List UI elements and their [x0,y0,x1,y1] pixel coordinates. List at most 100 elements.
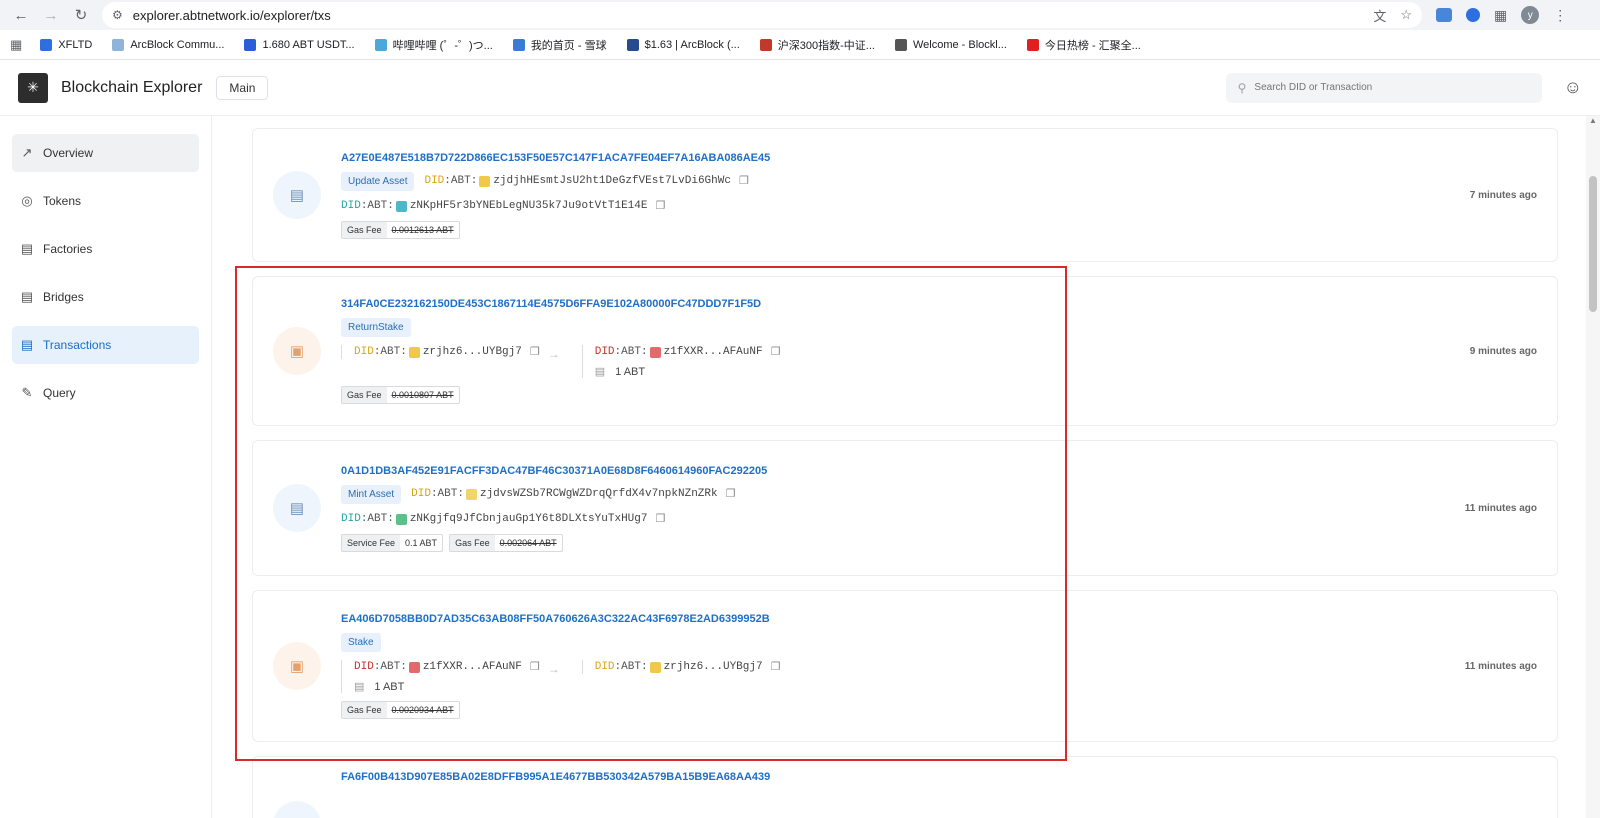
sidebar-item-tokens[interactable]: ◎ Tokens [12,182,199,220]
bookmark-star-icon[interactable]: ☆ [1400,7,1412,23]
forward-icon[interactable]: → [38,2,64,28]
bookmark-item[interactable]: 1.680 ABT USDT... [244,37,355,53]
bookmark-label: 哔哩哔哩 (゜-゜)つ... [392,39,493,52]
bookmark-favicon-icon [512,38,525,51]
did-address-link[interactable]: zjdvsWZSb7RCWgWZDrqQrfdX4v7npkNZnZRk [480,488,718,500]
document-icon: ▤ [20,337,34,352]
did-address-link[interactable]: zNKpHF5r3bYNEbLegNU35k7Ju9otVtT1E14E [410,200,648,212]
did-prefix: DID [424,175,445,187]
transaction-card: ▣ EA406D7058BB0D7AD35C63AB08FF50A760626A… [252,590,1558,742]
sender: DID:ABT: z1fXXR...AFAuNF ❐ ▤ 1 ABT [341,660,540,693]
did-address-link[interactable]: z1fXXR...AFAuNF [423,661,522,673]
copy-icon[interactable]: ❐ [530,345,540,359]
fee-label: Gas Fee [450,534,495,551]
scroll-up-icon[interactable]: ▲ [1589,116,1597,125]
sidebar-item-query[interactable]: ✎ Query [12,374,199,412]
did-address-link[interactable]: z1fXXR...AFAuNF [664,346,763,358]
did-address-link[interactable]: zNKgjfq9JfCbnjauGp1Y6t8DLXtsYuTxHUg7 [410,513,648,525]
translate-icon[interactable]: 文 [1373,6,1386,25]
back-icon[interactable]: ← [8,2,34,28]
copy-icon[interactable]: ❐ [530,660,540,674]
logo-icon[interactable]: ✳ [18,72,48,103]
did-address-link[interactable]: zrjhz6...UYBgj7 [423,346,522,358]
query-icon: ✎ [21,385,33,400]
did-avatar [479,176,491,187]
site-info-icon[interactable]: ⚙ [112,8,123,22]
sidebar-item-transactions[interactable]: ▤ Transactions [12,326,199,364]
bookmark-favicon-icon [894,38,907,51]
bookmark-item[interactable]: ArcBlock Commu... [112,37,224,53]
bookmark-favicon-icon [1026,38,1039,51]
bookmark-item[interactable]: Welcome - Blockl... [894,37,1007,53]
did-abt: :ABT: [614,661,648,673]
search-input[interactable] [1254,82,1530,93]
copy-icon[interactable]: ❐ [739,174,749,188]
transaction-card: FA6F00B413D907E85BA02E8DFFB995A1E4677BB5… [252,756,1558,818]
url-text[interactable]: explorer.abtnetwork.io/explorer/txs [133,8,1360,23]
copy-icon[interactable]: ❐ [771,345,781,359]
extension-card-icon[interactable] [1436,8,1452,22]
did-address-link[interactable]: zjdjhHEsmtJsU2ht1DeGzfVEst7LvDi6GhWc [493,175,731,187]
receiver: DID:ABT: zrjhz6...UYBgj7 ❐ [581,660,781,674]
transaction-hash-link[interactable]: FA6F00B413D907E85BA02E8DFFB995A1E4677BB5… [341,771,1537,783]
bookmark-favicon-icon [40,38,53,51]
transaction-hash-link[interactable]: 314FA0CE232162150DE453C1867114E4575D6FFA… [341,298,1470,310]
app-title: Blockchain Explorer [61,78,203,96]
search-box[interactable]: ⚲ [1225,72,1542,103]
copy-icon[interactable]: ❐ [771,660,781,674]
bookmark-item[interactable]: 哔哩哔哩 (゜-゜)つ... [374,37,493,53]
did-abt: :ABT: [614,346,648,358]
menu-kebab-icon[interactable]: ⋮ [1553,7,1567,24]
extension-diamond-icon[interactable] [1466,8,1480,22]
did-abt: :ABT: [360,512,394,525]
bookmark-label: XFLTD [58,38,93,51]
sidebar-item-label: Tokens [43,194,82,208]
bookmark-item[interactable]: $1.63 | ArcBlock (... [626,37,740,53]
transaction-hash-link[interactable]: 0A1D1DB3AF452E91FACFF3DAC47BF46C30371A0E… [341,465,1465,477]
tx-type-badge: Update Asset [341,171,415,191]
transaction-card: ▤ A27E0E487E518B7D722D866EC153F50E57C147… [252,128,1558,262]
gas-fee-tag: Gas Fee 0.0010807 ABT [341,386,460,404]
bookmark-favicon-icon [626,38,639,51]
fee-label: Gas Fee [342,387,387,403]
arrow-right-icon: → [547,347,560,361]
scrollbar[interactable]: ▲ [1586,116,1600,818]
sidebar-item-label: Transactions [43,338,112,352]
did-address-link[interactable]: zrjhz6...UYBgj7 [664,661,763,673]
bookmark-item[interactable]: 今日热榜 - 汇聚全... [1026,37,1141,53]
bookmarks-bar: ▦ XFLTD ArcBlock Commu... 1.680 ABT USDT..… [0,30,1600,60]
receiver: DID:ABT: z1fXXR...AFAuNF ❐ ▤ 1 ABT [581,345,781,378]
service-fee-tag: Service Fee 0.1 ABT [341,533,444,552]
bookmark-label: 沪深300指数-中证... [777,39,875,52]
bookmark-item[interactable]: XFLTD [40,37,92,53]
transactions-list: ▤ A27E0E487E518B7D722D866EC153F50E57C147… [212,116,1600,818]
extensions-puzzle-icon[interactable]: ▦ [1494,7,1507,24]
copy-icon[interactable]: ❐ [655,199,665,213]
sidebar-item-label: Bridges [43,290,84,304]
scrollbar-thumb[interactable] [1589,176,1597,312]
copy-icon[interactable]: ❐ [726,487,736,501]
did-prefix: DID [341,199,361,212]
bookmark-item[interactable]: 我的首页 - 雪球 [512,37,607,53]
fee-label: Service Fee [342,534,401,551]
copy-icon[interactable]: ❐ [655,512,665,526]
fee-label: Gas Fee [342,702,387,718]
sidebar-item-overview[interactable]: ↗ Overview [12,134,199,172]
profile-avatar[interactable]: y [1521,6,1540,24]
user-icon[interactable]: ☺ [1564,77,1582,98]
did-avatar [395,200,407,212]
transaction-hash-link[interactable]: EA406D7058BB0D7AD35C63AB08FF50A760626A3C… [341,613,1465,625]
bookmark-item[interactable]: 沪深300指数-中证... [759,37,875,53]
gas-fee-tag: Gas Fee 0.0012613 ABT [341,220,460,239]
sidebar-item-factories[interactable]: ▤ Factories [12,230,199,268]
coins-icon: ◎ [21,193,33,208]
chain-selector[interactable]: Main [216,75,269,100]
apps-grid-icon[interactable]: ▦ [10,37,22,53]
tx-time: 11 minutes ago [1464,660,1537,672]
sidebar-item-bridges[interactable]: ▤ Bridges [12,278,199,316]
did-avatar [408,347,420,358]
address-bar[interactable]: ⚙ explorer.abtnetwork.io/explorer/txs 文 … [102,2,1422,28]
transaction-hash-link[interactable]: A27E0E487E518B7D722D866EC153F50E57C147F1… [341,152,1470,164]
bridge-icon: ▤ [20,289,34,304]
reload-icon[interactable]: ↻ [68,2,94,28]
